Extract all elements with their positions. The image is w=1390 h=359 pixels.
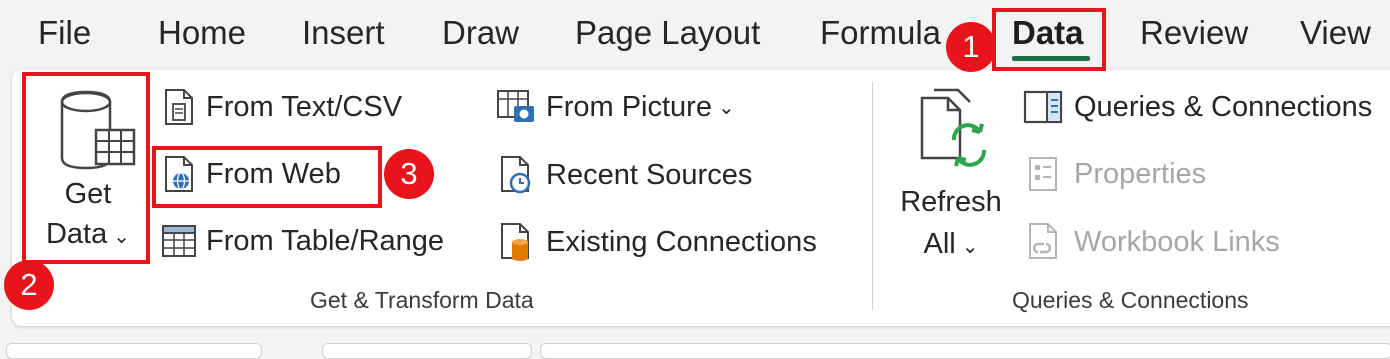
formula-controls [322,343,532,359]
workbook-links-label: Workbook Links [1074,225,1280,258]
chevron-down-icon: ⌄ [961,236,979,258]
from-text-csv-button[interactable]: From Text/CSV [160,88,402,126]
group-separator [872,82,873,310]
existing-connections-label: Existing Connections [546,225,817,258]
tab-insert[interactable]: Insert [302,14,385,52]
queries-connections-button[interactable]: Queries & Connections [1022,88,1372,126]
properties-button[interactable]: Properties [1022,155,1206,193]
from-table-range-label: From Table/Range [206,224,445,257]
name-box[interactable] [6,343,262,359]
link-file-icon [1029,223,1057,259]
recent-sources-button[interactable]: Recent Sources [496,155,752,195]
tab-formulas[interactable]: Formula [820,14,941,52]
from-picture-label: From Picture [546,90,712,123]
chevron-down-icon: ⌄ [717,96,735,119]
refresh-icon [920,88,986,167]
table-icon [162,225,196,257]
from-text-csv-label: From Text/CSV [206,90,403,123]
queries-connections-label: Queries & Connections [1074,90,1373,123]
from-picture-button[interactable]: From Picture ⌄ [496,88,735,126]
step-badge-2: 2 [4,260,54,310]
refresh-label-line1: Refresh [900,186,1002,218]
tab-page-layout[interactable]: Page Layout [575,14,760,52]
step-badge-1: 1 [946,22,996,72]
highlight-get-data [22,72,150,264]
recent-sources-label: Recent Sources [546,158,753,191]
workbook-links-button[interactable]: Workbook Links [1022,222,1280,262]
tab-review[interactable]: Review [1140,14,1248,52]
picture-icon [497,90,534,122]
tab-draw[interactable]: Draw [442,14,519,52]
step-badge-3: 3 [384,149,434,199]
text-file-icon [165,89,193,125]
existing-connections-button[interactable]: Existing Connections [496,222,817,262]
ribbon-tab-bar: File Home Insert Draw Page Layout Formul… [0,0,1390,68]
pane-icon [1023,90,1063,124]
refresh-all-button[interactable]: Refresh All ⌄ [892,88,1010,288]
properties-icon [1029,157,1057,191]
tab-file[interactable]: File [38,14,91,52]
properties-label: Properties [1074,157,1207,190]
clock-file-icon [501,156,531,194]
tab-home[interactable]: Home [158,14,246,52]
tab-view[interactable]: View [1300,14,1371,52]
group-label-get-transform: Get & Transform Data [310,287,534,313]
highlight-data-tab [992,8,1106,71]
from-table-range-button[interactable]: From Table/Range [160,222,444,260]
group-label-queries-connections: Queries & Connections [1012,287,1249,313]
cylinder-file-icon [501,223,529,261]
formula-input[interactable] [540,343,1390,359]
refresh-label-line2: All ⌄ [923,228,979,260]
highlight-from-web [152,146,382,208]
